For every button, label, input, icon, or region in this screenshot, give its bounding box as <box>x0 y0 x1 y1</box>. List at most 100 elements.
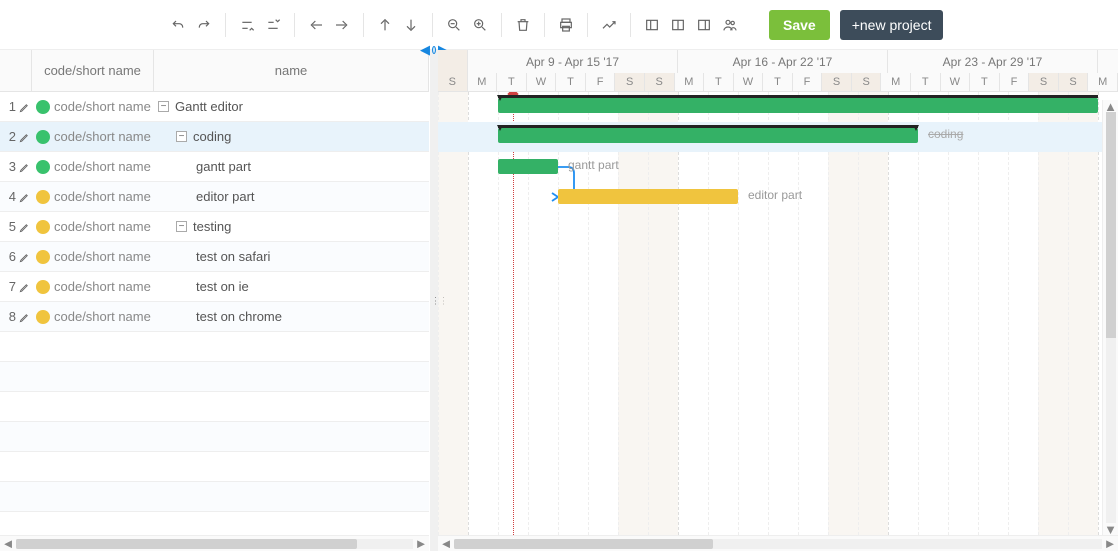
code-cell[interactable]: code/short name <box>54 129 154 144</box>
day-header: M <box>1088 73 1118 91</box>
row-index: 7 <box>9 279 16 294</box>
gantt-bar[interactable]: editor part <box>558 189 738 204</box>
name-cell[interactable]: test on chrome <box>154 309 429 324</box>
redo-icon[interactable] <box>193 14 215 36</box>
scroll-down-icon[interactable]: ▼ <box>1103 523 1118 535</box>
task-name: editor part <box>196 189 255 204</box>
pane-splitter[interactable]: ◀ ▶ ⋮⋮ <box>430 50 438 551</box>
day-header: S <box>645 73 675 91</box>
day-header: W <box>527 73 557 91</box>
empty-row <box>0 482 429 512</box>
gantt-bar[interactable] <box>498 98 1098 113</box>
vertical-scrollbar[interactable]: ▲ ▼ <box>1102 100 1118 535</box>
expander-icon[interactable]: − <box>176 131 187 142</box>
table-row[interactable]: 5 code/short name−testing <box>0 212 429 242</box>
day-header: M <box>468 73 498 91</box>
edit-icon[interactable] <box>19 311 30 322</box>
bar-label: coding <box>928 127 963 141</box>
code-cell[interactable]: code/short name <box>54 279 154 294</box>
layout-left-icon[interactable] <box>641 14 663 36</box>
edit-icon[interactable] <box>19 281 30 292</box>
col-header-code[interactable]: code/short name <box>32 50 154 91</box>
outdent-icon[interactable] <box>305 14 327 36</box>
edit-icon[interactable] <box>19 101 30 112</box>
week-header: Apr 9 - Apr 15 '17 <box>468 50 678 73</box>
day-header: S <box>1059 73 1089 91</box>
status-dot <box>36 220 50 234</box>
move-down-icon[interactable] <box>400 14 422 36</box>
status-cell <box>32 100 54 114</box>
status-dot <box>36 190 50 204</box>
layout-right-icon[interactable] <box>693 14 715 36</box>
day-header: W <box>941 73 971 91</box>
critical-path-icon[interactable] <box>598 14 620 36</box>
gantt-bar[interactable]: gantt part <box>498 159 558 174</box>
row-index: 3 <box>9 159 16 174</box>
table-row[interactable]: 4code/short nameeditor part <box>0 182 429 212</box>
empty-row <box>0 422 429 452</box>
name-cell[interactable]: editor part <box>154 189 429 204</box>
zoom-in-icon[interactable] <box>469 14 491 36</box>
layout-split-icon[interactable] <box>667 14 689 36</box>
table-row[interactable]: 3 code/short namegantt part <box>0 152 429 182</box>
collapse-left-icon[interactable]: ◀ <box>420 45 430 55</box>
edit-icon[interactable] <box>19 161 30 172</box>
status-dot <box>36 250 50 264</box>
code-cell[interactable]: code/short name <box>54 159 154 174</box>
name-cell[interactable]: −testing <box>154 219 429 234</box>
code-cell[interactable]: code/short name <box>54 309 154 324</box>
right-horizontal-scrollbar[interactable]: ◄ ► <box>438 535 1118 551</box>
empty-row <box>0 362 429 392</box>
table-row[interactable]: 6code/short nametest on safari <box>0 242 429 272</box>
day-header: S <box>852 73 882 91</box>
day-header: T <box>763 73 793 91</box>
left-horizontal-scrollbar[interactable]: ◄ ► <box>0 535 429 551</box>
scroll-up-icon[interactable]: ▲ <box>1103 100 1118 112</box>
code-cell[interactable]: code/short name <box>54 219 154 234</box>
new-project-button[interactable]: +new project <box>840 10 944 40</box>
table-row[interactable]: 2code/short name−coding <box>0 122 429 152</box>
name-cell[interactable]: gantt part <box>154 159 429 174</box>
insert-below-icon[interactable] <box>262 14 284 36</box>
insert-above-icon[interactable] <box>236 14 258 36</box>
undo-icon[interactable] <box>167 14 189 36</box>
code-cell[interactable]: code/short name <box>54 249 154 264</box>
day-header: M <box>881 73 911 91</box>
edit-icon[interactable] <box>19 131 30 142</box>
status-cell <box>32 250 54 264</box>
name-cell[interactable]: −coding <box>154 129 429 144</box>
expander-icon[interactable]: − <box>158 101 169 112</box>
table-row[interactable]: 7 code/short nametest on ie <box>0 272 429 302</box>
save-button[interactable]: Save <box>769 10 830 40</box>
status-dot <box>36 160 50 174</box>
name-cell[interactable]: −Gantt editor <box>154 99 429 114</box>
edit-icon[interactable] <box>19 221 30 232</box>
status-cell <box>32 160 54 174</box>
scroll-left-icon[interactable]: ◄ <box>440 538 452 550</box>
indent-icon[interactable] <box>331 14 353 36</box>
zoom-out-icon[interactable] <box>443 14 465 36</box>
edit-icon[interactable] <box>19 191 30 202</box>
scroll-right-icon[interactable]: ► <box>415 538 427 550</box>
day-header: F <box>586 73 616 91</box>
code-cell[interactable]: code/short name <box>54 189 154 204</box>
name-cell[interactable]: test on ie <box>154 279 429 294</box>
resources-icon[interactable] <box>719 14 741 36</box>
move-up-icon[interactable] <box>374 14 396 36</box>
table-row[interactable]: 1code/short name−Gantt editor <box>0 92 429 122</box>
edit-icon[interactable] <box>19 251 30 262</box>
scroll-left-icon[interactable]: ◄ <box>2 538 14 550</box>
table-row[interactable]: 8code/short nametest on chrome <box>0 302 429 332</box>
task-grid: code/short name name 1code/short name−Ga… <box>0 50 430 551</box>
delete-icon[interactable] <box>512 14 534 36</box>
code-cell[interactable]: code/short name <box>54 99 154 114</box>
gantt-bar[interactable]: coding <box>498 128 918 143</box>
empty-row <box>0 512 429 535</box>
day-header: T <box>497 73 527 91</box>
col-header-name[interactable]: name <box>154 50 429 91</box>
print-icon[interactable] <box>555 14 577 36</box>
scroll-right-icon[interactable]: ► <box>1104 538 1116 550</box>
name-cell[interactable]: test on safari <box>154 249 429 264</box>
expander-icon[interactable]: − <box>176 221 187 232</box>
row-index-cell: 5 <box>0 219 32 234</box>
